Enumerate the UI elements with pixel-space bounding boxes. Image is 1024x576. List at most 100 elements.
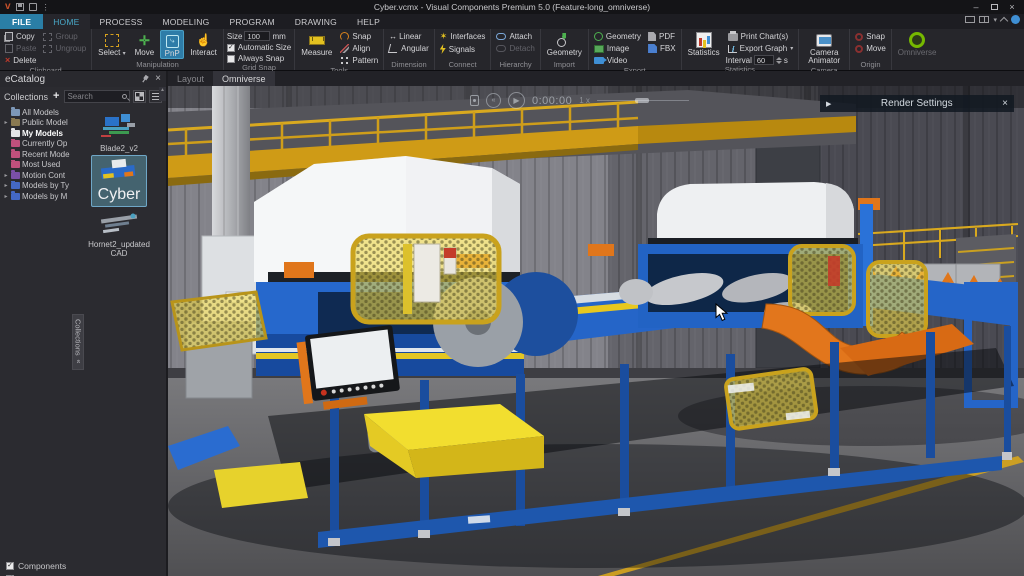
collections-collapsed-tab[interactable]: Collections « (72, 314, 84, 370)
export-pdf-button[interactable]: PDF (646, 31, 678, 42)
grid-size-field: Size mm (227, 31, 291, 41)
export-geometry-button[interactable]: Geometry (592, 31, 643, 42)
tree-item-public-models[interactable]: ▸Public Model (3, 118, 72, 129)
speed-slider[interactable] (597, 100, 689, 101)
rewind-button[interactable]: « (486, 93, 501, 108)
speed-slider-handle[interactable] (635, 98, 649, 103)
quick-access-more-icon[interactable]: ⋮ (42, 3, 50, 12)
export-image-button[interactable]: Image (592, 43, 643, 54)
automatic-size-checkbox[interactable]: ✓Automatic Size (227, 43, 291, 52)
close-button[interactable]: × (1004, 1, 1020, 13)
tree-item-currently-open[interactable]: Currently Op (3, 139, 72, 150)
restore-button[interactable] (986, 1, 1002, 13)
interfaces-button[interactable]: ✶Interfaces (438, 31, 488, 42)
import-geometry-button[interactable]: Geometry (544, 30, 585, 57)
angular-button[interactable]: Angular (387, 43, 431, 54)
export-fbx-button[interactable]: FBX (646, 43, 678, 54)
ecatalog-close-icon[interactable]: × (155, 74, 161, 84)
copy-button[interactable]: Copy (3, 31, 38, 42)
measure-icon (309, 36, 325, 45)
catalog-item-cyber-selected[interactable]: Cyber (91, 155, 147, 207)
pattern-button[interactable]: Pattern (338, 55, 380, 66)
components-visibility-checkbox[interactable]: ✓ Components (6, 559, 66, 572)
pnp-button[interactable]: ⤷PnP (160, 30, 184, 59)
interval-field: Interval s (726, 55, 796, 65)
select-button[interactable]: Select ▾ (95, 30, 128, 57)
tree-item-most-used[interactable]: Most Used (3, 160, 72, 171)
add-collection-button[interactable]: + (51, 91, 61, 102)
tree-item-all-models[interactable]: All Models (3, 107, 72, 118)
interact-button[interactable]: ☝Interact (187, 30, 220, 57)
omniverse-button[interactable]: Omniverse (895, 30, 940, 57)
collapse-ribbon-icon[interactable] (1000, 17, 1008, 25)
grid-size-input[interactable] (244, 31, 270, 41)
catalog-item-blade2[interactable]: Blade2_v2 (91, 109, 147, 153)
camera-animator-button[interactable]: Camera Animator (802, 30, 846, 66)
tree-item-motion-controllers[interactable]: ▸Motion Cont (3, 170, 72, 181)
layout-single-icon[interactable] (965, 16, 975, 23)
tab-home[interactable]: HOME (43, 14, 89, 29)
interval-spinner[interactable] (776, 57, 782, 64)
detach-button[interactable]: Detach (494, 43, 536, 54)
tab-drawing[interactable]: DRAWING (285, 14, 347, 29)
move-icon: ✛ (139, 34, 150, 47)
catalog-scrollbar[interactable]: ▲ (159, 87, 166, 101)
render-settings-close-icon[interactable]: × (1002, 98, 1008, 109)
tree-item-recent-models[interactable]: Recent Mode (3, 149, 72, 160)
group-button[interactable]: Group (41, 31, 88, 42)
export-graph-dropdown-icon: ▾ (790, 45, 793, 52)
search-input[interactable] (67, 92, 120, 101)
viewport-tab-layout[interactable]: Layout (168, 71, 213, 86)
tab-help[interactable]: HELP (347, 14, 390, 29)
origin-move-button[interactable]: Move (853, 43, 888, 54)
delete-button[interactable]: ×Delete (3, 55, 38, 66)
statistics-button[interactable]: Statistics (685, 30, 723, 57)
align-button[interactable]: Align (338, 43, 380, 54)
ungroup-button[interactable]: Ungroup (41, 43, 88, 54)
printer-icon (728, 33, 738, 41)
record-settings-icon[interactable] (470, 95, 479, 106)
tree-item-models-by-manufacturer[interactable]: ▸Models by M (3, 191, 72, 202)
tab-process[interactable]: PROCESS (90, 14, 153, 29)
snap-button[interactable]: Snap (338, 31, 380, 42)
viewport-tab-omniverse[interactable]: Omniverse (213, 71, 275, 86)
viewport-3d[interactable]: Layout Omniverse (168, 71, 1024, 576)
interval-input[interactable] (754, 55, 774, 65)
expander-icon[interactable]: ▸ (3, 119, 9, 126)
tab-modeling[interactable]: MODELING (153, 14, 220, 29)
print-charts-button[interactable]: Print Chart(s) (726, 31, 796, 42)
minimize-button[interactable]: – (968, 1, 984, 13)
expander-icon[interactable]: ▸ (3, 182, 9, 189)
expander-icon[interactable]: ▸ (3, 172, 9, 179)
attach-icon (496, 33, 506, 40)
layout-split-icon[interactable] (979, 16, 989, 23)
document-icon[interactable] (29, 3, 37, 11)
view-grid-button[interactable] (133, 90, 146, 103)
layout-dropdown-icon[interactable]: ▾ (993, 16, 997, 24)
save-icon[interactable] (16, 3, 24, 11)
tree-item-my-models[interactable]: My Models (3, 128, 72, 139)
help-icon[interactable] (1011, 15, 1020, 24)
window-title: Cyber.vcmx - Visual Components Premium 5… (0, 2, 1024, 12)
play-button[interactable]: ▶ (508, 92, 525, 109)
tree-item-models-by-type[interactable]: ▸Models by Ty (3, 181, 72, 192)
checkbox-checked-icon: ✓ (227, 44, 235, 52)
signals-button[interactable]: Signals (438, 43, 488, 55)
scene-3d-render[interactable] (168, 86, 1024, 576)
origin-move-icon (855, 45, 863, 53)
export-graph-button[interactable]: Export Graph ▾ (726, 43, 796, 54)
tab-program[interactable]: PROGRAM (219, 14, 284, 29)
origin-snap-button[interactable]: Snap (853, 31, 888, 42)
always-snap-checkbox[interactable]: Always Snap (227, 54, 291, 63)
move-button[interactable]: ✛Move (132, 30, 158, 57)
linear-button[interactable]: ↔Linear (387, 31, 431, 42)
expander-icon[interactable]: ▸ (3, 193, 9, 200)
paste-button[interactable]: Paste (3, 43, 38, 54)
measure-button[interactable]: Measure (298, 30, 335, 57)
export-video-button[interactable]: Video (592, 55, 643, 66)
catalog-item-hornet2[interactable]: Hornet2_updated CAD (91, 209, 147, 258)
origin-snap-icon (855, 33, 863, 41)
tab-file[interactable]: FILE (0, 14, 43, 29)
attach-button[interactable]: Attach (494, 31, 536, 42)
partial-visibility-checkbox[interactable]: ✓ (6, 572, 66, 576)
